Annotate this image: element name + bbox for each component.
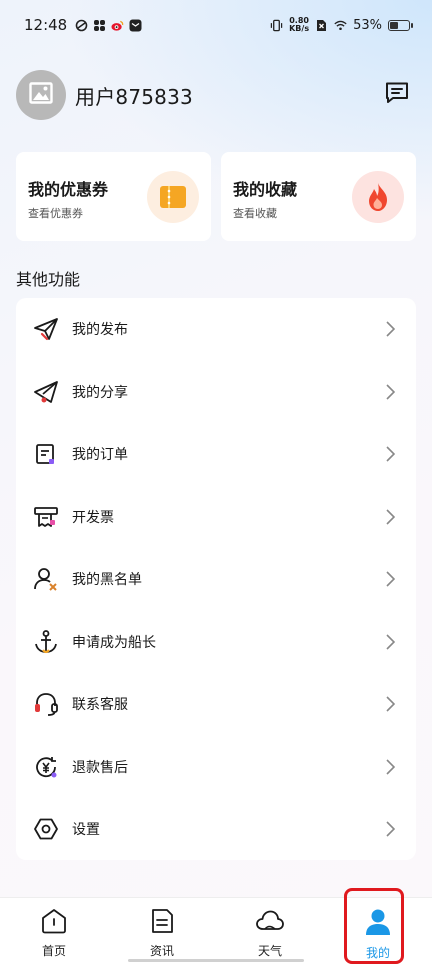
menu-list: 我的发布 我的分享 我的订单 开发票 我的黑名单 申请成为船长 联系客服 退款售…	[16, 298, 416, 860]
chevron-right-icon	[384, 320, 396, 338]
chevron-right-icon	[384, 570, 396, 588]
paper-plane-icon	[32, 315, 60, 343]
share-plane-icon	[32, 378, 60, 406]
headset-icon	[32, 690, 60, 718]
invoice-icon	[32, 503, 60, 531]
tab-weather[interactable]: 天气	[216, 898, 324, 964]
status-left-icons	[75, 19, 142, 32]
weibo-icon	[111, 19, 124, 32]
feature-cards: 我的优惠券 查看优惠券 我的收藏 查看收藏	[16, 152, 416, 241]
status-right: 0.80 KB/s 53%	[270, 17, 413, 33]
message-app-icon	[129, 19, 142, 32]
user-block-icon	[32, 565, 60, 593]
home-icon	[40, 908, 68, 938]
pinwheel-icon	[93, 19, 106, 32]
menu-label: 设置	[72, 822, 100, 839]
menu-label: 我的订单	[72, 447, 128, 464]
coupon-icon	[147, 171, 199, 223]
tab-label: 天气	[257, 944, 282, 958]
net-speed: 0.80 KB/s	[289, 17, 309, 33]
menu-label: 我的分享	[72, 384, 128, 401]
tab-profile[interactable]: 我的	[324, 898, 432, 964]
chevron-right-icon	[384, 758, 396, 776]
chevron-right-icon	[384, 445, 396, 463]
tab-label: 首页	[41, 944, 66, 958]
profile-icon	[364, 908, 392, 940]
profile-header: 用户875833	[16, 70, 416, 120]
order-list-icon	[32, 440, 60, 468]
wifi-icon	[334, 19, 347, 32]
anchor-icon	[32, 628, 60, 656]
menu-item-refund[interactable]: 退款售后	[16, 736, 416, 799]
net-speed-unit: KB/s	[289, 24, 310, 33]
battery-icon	[388, 19, 413, 31]
message-button[interactable]	[382, 80, 412, 110]
image-placeholder-icon	[29, 82, 53, 108]
menu-item-become-captain[interactable]: 申请成为船长	[16, 611, 416, 674]
chevron-right-icon	[384, 383, 396, 401]
sync-icon	[75, 19, 88, 32]
chevron-right-icon	[384, 633, 396, 651]
settings-hexagon-icon	[32, 815, 60, 843]
tab-home[interactable]: 首页	[0, 898, 108, 964]
menu-label: 退款售后	[72, 759, 128, 776]
flame-icon	[352, 171, 404, 223]
menu-label: 申请成为船长	[72, 634, 156, 651]
chevron-right-icon	[384, 820, 396, 838]
menu-item-my-shares[interactable]: 我的分享	[16, 361, 416, 424]
tab-label: 我的	[365, 946, 390, 960]
no-sim-icon	[315, 19, 328, 32]
home-indicator	[128, 959, 304, 962]
vibrate-icon	[270, 19, 283, 32]
menu-label: 我的发布	[72, 322, 128, 339]
favorites-card[interactable]: 我的收藏 查看收藏	[221, 152, 416, 241]
menu-item-my-posts[interactable]: 我的发布	[16, 298, 416, 361]
menu-label: 我的黑名单	[72, 572, 142, 589]
section-title: 其他功能	[16, 270, 81, 289]
menu-item-my-orders[interactable]: 我的订单	[16, 423, 416, 486]
menu-label: 开发票	[72, 509, 114, 526]
status-bar: 12:48 0.80 KB/s 53%	[0, 0, 432, 50]
battery-level	[390, 21, 399, 29]
avatar[interactable]	[16, 70, 66, 120]
menu-item-invoice[interactable]: 开发票	[16, 486, 416, 549]
status-time: 12:48	[24, 16, 68, 34]
chevron-right-icon	[384, 508, 396, 526]
menu-item-customer-service[interactable]: 联系客服	[16, 673, 416, 736]
message-icon	[384, 81, 410, 109]
news-icon	[148, 908, 176, 938]
battery-percent: 53%	[353, 17, 382, 33]
coupon-card[interactable]: 我的优惠券 查看优惠券	[16, 152, 211, 241]
chevron-right-icon	[384, 695, 396, 713]
menu-item-settings[interactable]: 设置	[16, 798, 416, 861]
username[interactable]: 用户875833	[75, 81, 193, 110]
cloud-icon	[255, 908, 285, 938]
tab-label: 资讯	[149, 944, 174, 958]
menu-label: 联系客服	[72, 697, 128, 714]
bottom-tab-bar: 首页 资讯 天气 我的	[0, 897, 432, 964]
tab-news[interactable]: 资讯	[108, 898, 216, 964]
refund-yen-icon	[32, 753, 60, 781]
menu-item-blacklist[interactable]: 我的黑名单	[16, 548, 416, 611]
